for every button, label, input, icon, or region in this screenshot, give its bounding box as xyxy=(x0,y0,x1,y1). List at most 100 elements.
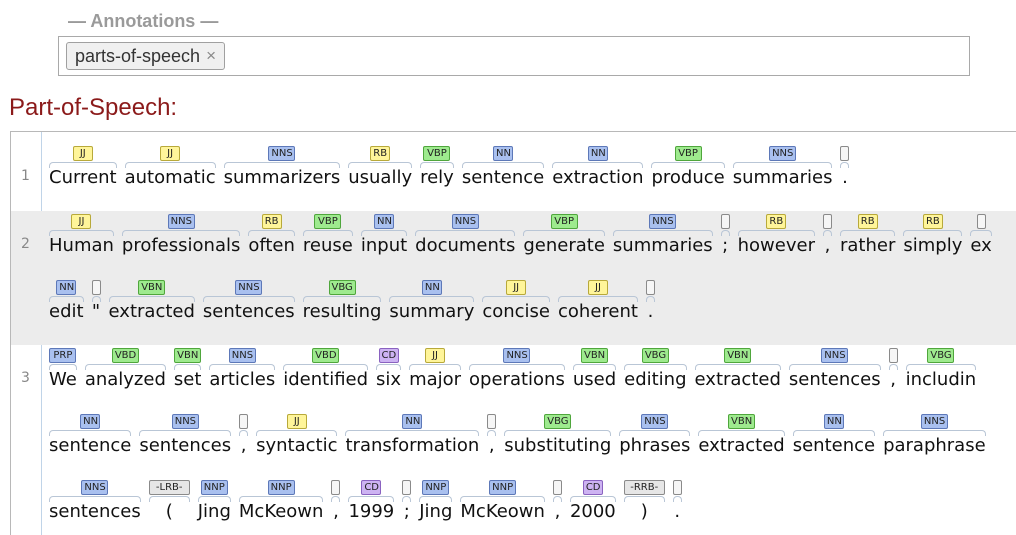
token[interactable]: NNP Jing xyxy=(419,479,452,535)
pos-tag[interactable]: NNS xyxy=(920,414,948,429)
token[interactable]: NN sentence xyxy=(461,145,544,211)
token[interactable]: . xyxy=(840,145,850,211)
pos-tag[interactable]: VBP xyxy=(314,214,342,229)
token[interactable]: VBN extracted xyxy=(698,413,785,479)
pos-tag[interactable]: JJ xyxy=(160,146,181,161)
token[interactable]: VBG substituting xyxy=(504,413,611,479)
pos-tag[interactable]: VBN xyxy=(174,348,202,363)
pos-tag[interactable]: PRP xyxy=(49,348,77,363)
pos-tag[interactable]: JJ xyxy=(72,146,93,161)
token[interactable]: JJ syntactic xyxy=(256,413,338,479)
token[interactable]: NNS sentences xyxy=(139,413,231,479)
token[interactable]: VBG resulting xyxy=(302,279,381,345)
pos-tag[interactable]: NN xyxy=(56,280,77,295)
token[interactable]: VBN extracted xyxy=(108,279,195,345)
pos-tag[interactable]: NNS xyxy=(649,214,677,229)
pos-tag[interactable]: -LRB- xyxy=(148,480,190,495)
pos-tag[interactable]: NNS xyxy=(821,348,849,363)
pos-tag[interactable]: NNS xyxy=(235,280,263,295)
token[interactable]: NNS summaries xyxy=(732,145,832,211)
token[interactable]: CD 1999 xyxy=(348,479,394,535)
pos-tag[interactable]: RB xyxy=(857,214,878,229)
pos-tag[interactable]: NN xyxy=(402,414,423,429)
token[interactable]: NNS articles xyxy=(209,347,275,413)
token[interactable]: , xyxy=(239,413,249,479)
pos-tag[interactable]: NNS xyxy=(268,146,296,161)
token[interactable]: NNS professionals xyxy=(121,213,240,279)
token[interactable]: VBN extracted xyxy=(694,347,781,413)
token[interactable]: NN transformation xyxy=(345,413,479,479)
pos-tag[interactable] xyxy=(331,480,341,495)
token[interactable]: NN edit xyxy=(49,279,84,345)
pos-tag[interactable]: NN xyxy=(80,414,101,429)
pos-tag[interactable]: NNS xyxy=(451,214,479,229)
token[interactable]: PRP We xyxy=(49,347,77,413)
token[interactable]: VBP rely xyxy=(420,145,454,211)
token[interactable]: -RRB-) xyxy=(623,479,665,535)
token[interactable]: , xyxy=(487,413,497,479)
pos-tag[interactable]: VBG xyxy=(927,348,955,363)
token[interactable]: . xyxy=(672,479,682,535)
pos-tag[interactable]: JJ xyxy=(587,280,608,295)
pos-tag[interactable]: VBD xyxy=(111,348,139,363)
pos-tag[interactable] xyxy=(976,214,986,229)
token[interactable]: -LRB- ( xyxy=(148,479,190,535)
pos-tag[interactable] xyxy=(402,480,412,495)
pos-tag[interactable]: -RRB- xyxy=(623,480,665,495)
token[interactable]: JJ Human xyxy=(49,213,114,279)
token[interactable]: NNS sentences xyxy=(202,279,295,345)
token[interactable]: NNS sentences xyxy=(788,347,881,413)
pos-tag[interactable]: RB xyxy=(261,214,282,229)
token[interactable]: JJ concise xyxy=(482,279,550,345)
pos-tag[interactable] xyxy=(720,214,730,229)
pos-tag[interactable]: NN xyxy=(421,280,442,295)
pos-tag[interactable]: CD xyxy=(378,348,399,363)
token[interactable]: JJ coherent xyxy=(558,279,638,345)
token[interactable]: JJ automatic xyxy=(124,145,216,211)
annotation-chip-parts-of-speech[interactable]: parts-of-speech × xyxy=(66,42,225,70)
pos-tag[interactable]: RB xyxy=(370,146,391,161)
pos-tag[interactable]: NNP xyxy=(200,480,228,495)
pos-tag[interactable]: VBP xyxy=(423,146,451,161)
token[interactable]: NN summary xyxy=(389,279,475,345)
pos-tag[interactable] xyxy=(239,414,249,429)
token[interactable]: NNS operations xyxy=(469,347,565,413)
token[interactable]: VBN used xyxy=(572,347,616,413)
token[interactable]: , xyxy=(331,479,341,535)
token[interactable]: VBD analyzed xyxy=(84,347,166,413)
pos-tag[interactable]: NNP xyxy=(267,480,295,495)
token[interactable]: RB rather xyxy=(839,213,895,279)
token[interactable]: NNP Jing xyxy=(197,479,231,535)
pos-tag[interactable] xyxy=(552,480,562,495)
pos-tag[interactable]: VBN xyxy=(580,348,608,363)
token[interactable]: NN input xyxy=(360,213,407,279)
token[interactable]: RB often xyxy=(248,213,295,279)
token[interactable]: RB simply xyxy=(903,213,962,279)
token[interactable]: " xyxy=(91,279,101,345)
pos-tag[interactable]: NNS xyxy=(641,414,669,429)
token[interactable]: . xyxy=(645,279,655,345)
pos-tag[interactable] xyxy=(840,146,850,161)
pos-tag[interactable] xyxy=(487,414,497,429)
pos-tag[interactable]: VBN xyxy=(728,414,756,429)
token[interactable]: NNS summarizers xyxy=(223,145,340,211)
token[interactable]: ; xyxy=(720,213,730,279)
token[interactable]: RB usually xyxy=(348,145,412,211)
pos-tag[interactable]: VBD xyxy=(312,348,340,363)
pos-tag[interactable]: NN xyxy=(493,146,513,161)
token[interactable]: VBD identified xyxy=(283,347,368,413)
token[interactable]: RB however xyxy=(737,213,815,279)
pos-tag[interactable] xyxy=(822,214,832,229)
pos-tag[interactable]: NNS xyxy=(167,214,195,229)
pos-tag[interactable]: NN xyxy=(823,414,844,429)
token[interactable]: CD 2000 xyxy=(569,479,616,535)
pos-tag[interactable]: NNP xyxy=(422,480,450,495)
token[interactable]: VBN set xyxy=(173,347,202,413)
pos-tag[interactable] xyxy=(91,280,101,295)
pos-tag[interactable]: RB xyxy=(922,214,943,229)
pos-tag[interactable]: NNS xyxy=(171,414,199,429)
pos-tag[interactable]: JJ xyxy=(425,348,446,363)
pos-tag[interactable] xyxy=(672,480,682,495)
token[interactable]: JJ major xyxy=(409,347,461,413)
pos-tag[interactable]: NN xyxy=(587,146,608,161)
